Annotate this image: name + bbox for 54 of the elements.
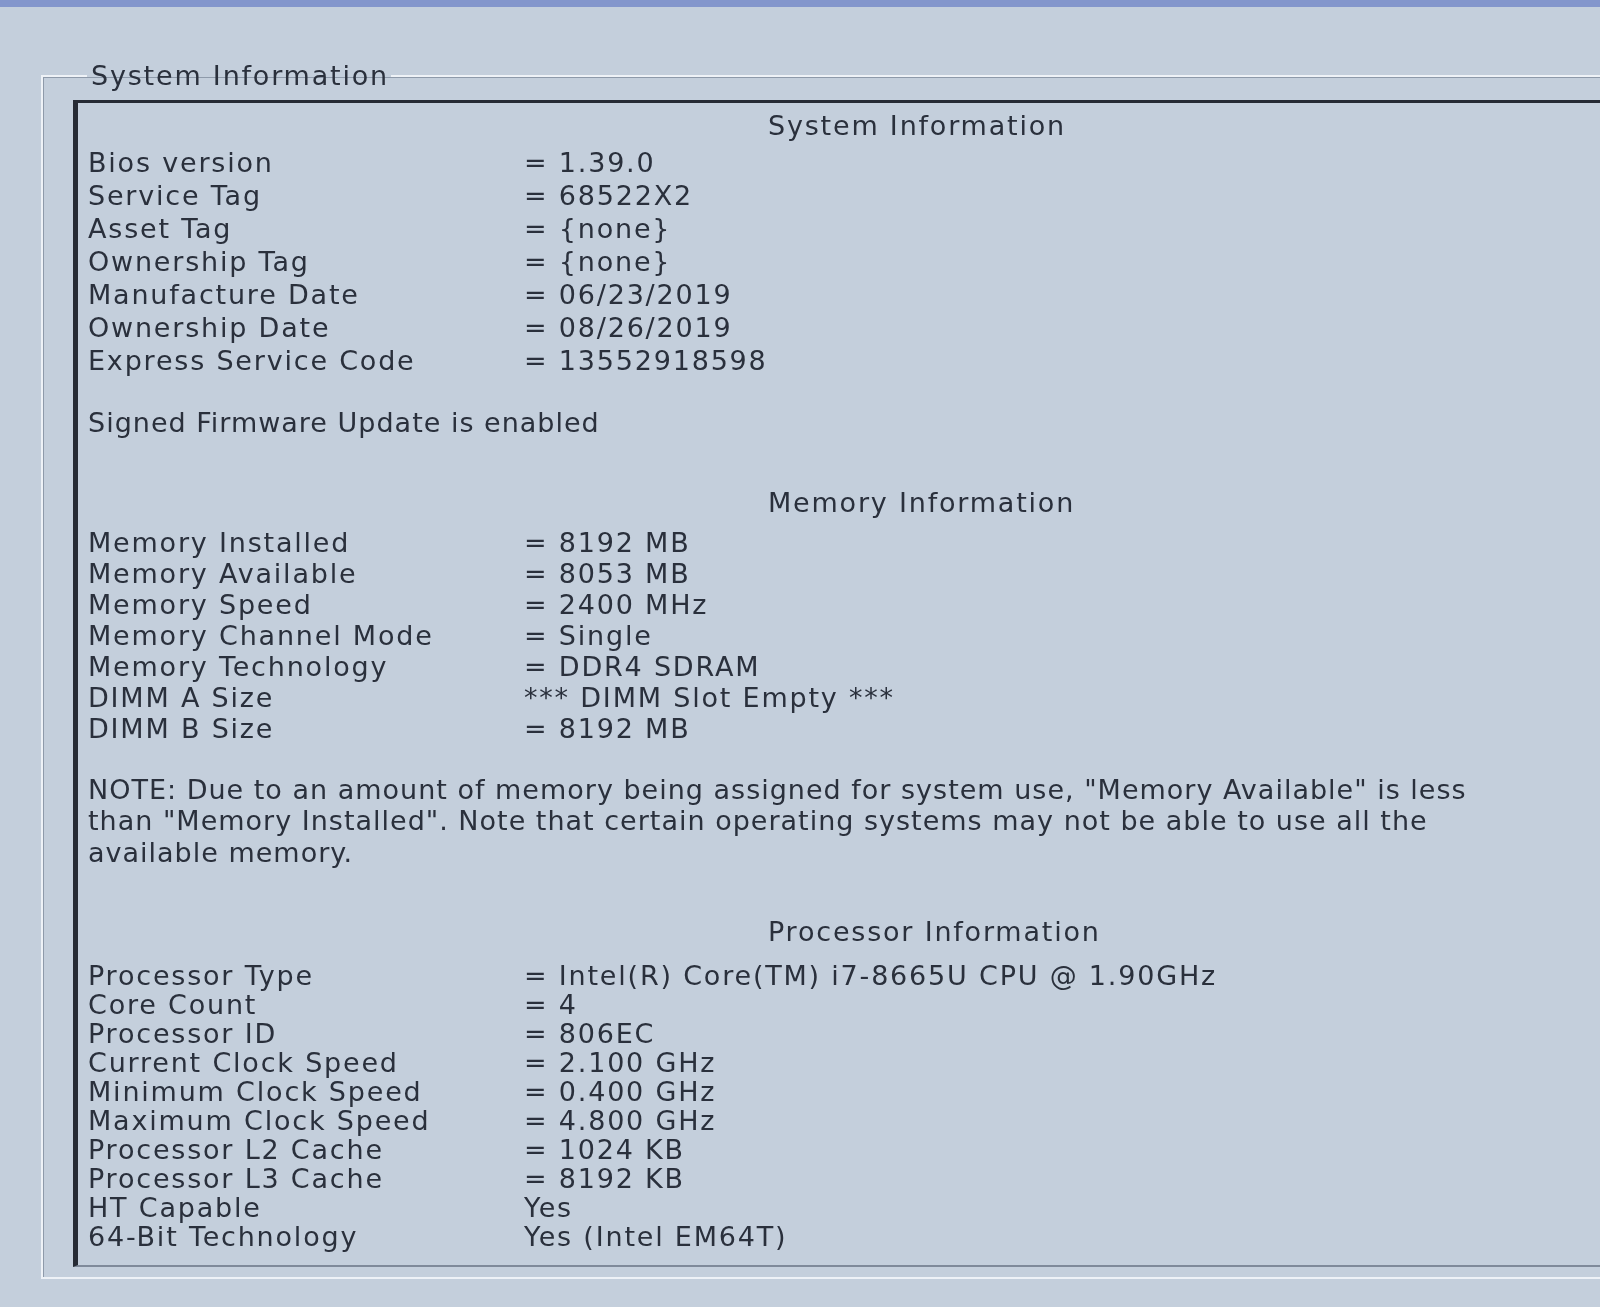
field-label: Memory Speed — [88, 588, 314, 620]
field-label: DIMM B Size — [88, 712, 276, 744]
field-value: = 08/26/2019 — [524, 311, 733, 344]
field-label: Memory Installed — [88, 526, 352, 558]
note-text: Signed Firmware Update is enabled — [88, 407, 600, 439]
field-label: Processor Type — [88, 961, 315, 990]
field-label: Current Clock Speed — [88, 1048, 400, 1077]
field-label: Ownership Date — [88, 311, 332, 344]
field-label: Manufacture Date — [88, 278, 361, 311]
field-label: Ownership Tag — [88, 245, 311, 278]
field-label: Processor L2 Cache — [88, 1135, 384, 1164]
section-heading: System Information — [768, 110, 1066, 142]
note-text: NOTE: Due to an amount of memory being assigned for system use, "Memory Available" is less than "Memory Installed". Note that certain operating systems may not be able to use all the available memory. — [88, 773, 1468, 868]
field-label: Maximum Clock Speed — [88, 1106, 432, 1135]
field-label: Core Count — [88, 990, 258, 1019]
field-value: Yes — [524, 1193, 573, 1222]
section-heading: Memory Information — [768, 486, 1076, 519]
field-value: = {none} — [524, 212, 672, 245]
field-value: = 68522X2 — [524, 179, 693, 212]
field-label: Processor L3 Cache — [88, 1164, 385, 1193]
field-label: Memory Technology — [88, 650, 390, 682]
field-value: = Intel(R) Core(TM) i7-8665U CPU @ 1.90GHz — [524, 961, 1217, 990]
field-label: Memory Channel Mode — [88, 619, 435, 651]
field-label: Bios version — [88, 146, 275, 179]
field-value: = 806EC — [524, 1019, 656, 1048]
section-heading: Processor Information — [768, 916, 1101, 948]
field-value: = 2.100 GHz — [524, 1048, 717, 1077]
field-value: = Single — [524, 619, 653, 651]
field-value: = 8053 MB — [524, 557, 691, 589]
field-value: = 06/23/2019 — [524, 278, 733, 311]
field-value: = 4.800 GHz — [524, 1106, 717, 1135]
field-value: = DDR4 SDRAM — [524, 650, 761, 682]
field-value: = 0.400 GHz — [524, 1077, 717, 1106]
field-value: = {none} — [524, 245, 672, 278]
field-value: = 8192 MB — [524, 712, 691, 744]
field-label: Minimum Clock Speed — [88, 1077, 424, 1106]
field-value: *** DIMM Slot Empty *** — [524, 681, 895, 713]
field-label: Asset Tag — [88, 212, 234, 245]
field-label: HT Capable — [88, 1193, 263, 1222]
field-value: = 4 — [524, 990, 578, 1019]
field-value: = 8192 MB — [524, 526, 691, 558]
field-value: = 8192 KB — [524, 1164, 685, 1193]
field-label: DIMM A Size — [88, 681, 275, 713]
field-value: = 13552918598 — [524, 344, 768, 377]
field-label: Processor ID — [88, 1019, 278, 1048]
field-value: = 1.39.0 — [524, 146, 656, 179]
group-box-title: System Information — [90, 60, 390, 92]
field-value: = 2400 MHz — [524, 588, 709, 620]
field-label: Memory Available — [88, 557, 359, 589]
field-value: = 1024 KB — [524, 1135, 685, 1164]
field-label: Service Tag — [88, 179, 263, 212]
field-label: Express Service Code — [88, 344, 417, 377]
field-value: Yes (Intel EM64T) — [524, 1222, 788, 1251]
field-label: 64-Bit Technology — [88, 1222, 360, 1251]
